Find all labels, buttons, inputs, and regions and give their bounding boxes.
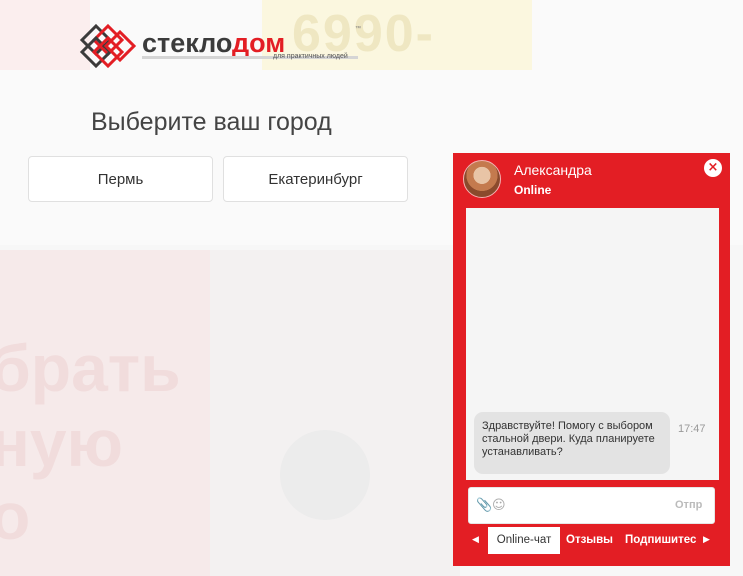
background-promo-word: о [0, 479, 31, 553]
attach-icon[interactable]: 📎 [476, 498, 492, 514]
chat-tabs: ◀ Online-чат Отзывы Подпишитес ▶ [453, 527, 730, 554]
logo-wordmark-part1: стекло [142, 28, 233, 58]
logo-trademark: ™ [355, 26, 361, 32]
chat-widget: Александра Online × Здравствуйте! Помогу… [453, 153, 730, 566]
logo-tagline: для практичных людей [273, 53, 348, 60]
chat-message-input[interactable]: 📎 ☺ Отпр [468, 487, 715, 524]
logo-diamond-icon [79, 23, 137, 68]
city-button-perm[interactable]: Пермь [28, 156, 213, 202]
tabs-prev-icon[interactable]: ◀ [472, 535, 479, 545]
tab-reviews[interactable]: Отзывы [566, 527, 613, 554]
city-button-ekaterinburg[interactable]: Екатеринбург [223, 156, 408, 202]
site-logo[interactable]: стеклодом ™ для практичных людей [78, 22, 368, 68]
tab-online-chat[interactable]: Online-чат [488, 527, 560, 554]
send-button[interactable]: Отпр [675, 499, 702, 511]
tab-subscribe[interactable]: Подпишитес [625, 527, 696, 554]
emoji-icon[interactable]: ☺ [492, 498, 506, 514]
tabs-next-icon[interactable]: ▶ [703, 535, 710, 545]
background-promo-image [210, 250, 460, 576]
background-promo-word: ную [0, 406, 123, 480]
background-red-block [0, 0, 90, 70]
operator-message: Здравствуйте! Помогу с выбором стальной … [474, 412, 670, 474]
chat-messages-area[interactable]: Здравствуйте! Помогу с выбором стальной … [466, 208, 719, 480]
message-timestamp: 17:47 [678, 423, 706, 435]
close-icon[interactable]: × [704, 159, 722, 177]
background-promo-word: брать [0, 331, 181, 405]
operator-avatar [463, 160, 501, 198]
operator-name: Александра [514, 162, 592, 178]
operator-status: Online [514, 183, 552, 197]
logo-wordmark: стеклодом [142, 28, 285, 59]
background-decor-circle [280, 430, 370, 520]
city-select-title: Выберите ваш город [91, 108, 332, 136]
